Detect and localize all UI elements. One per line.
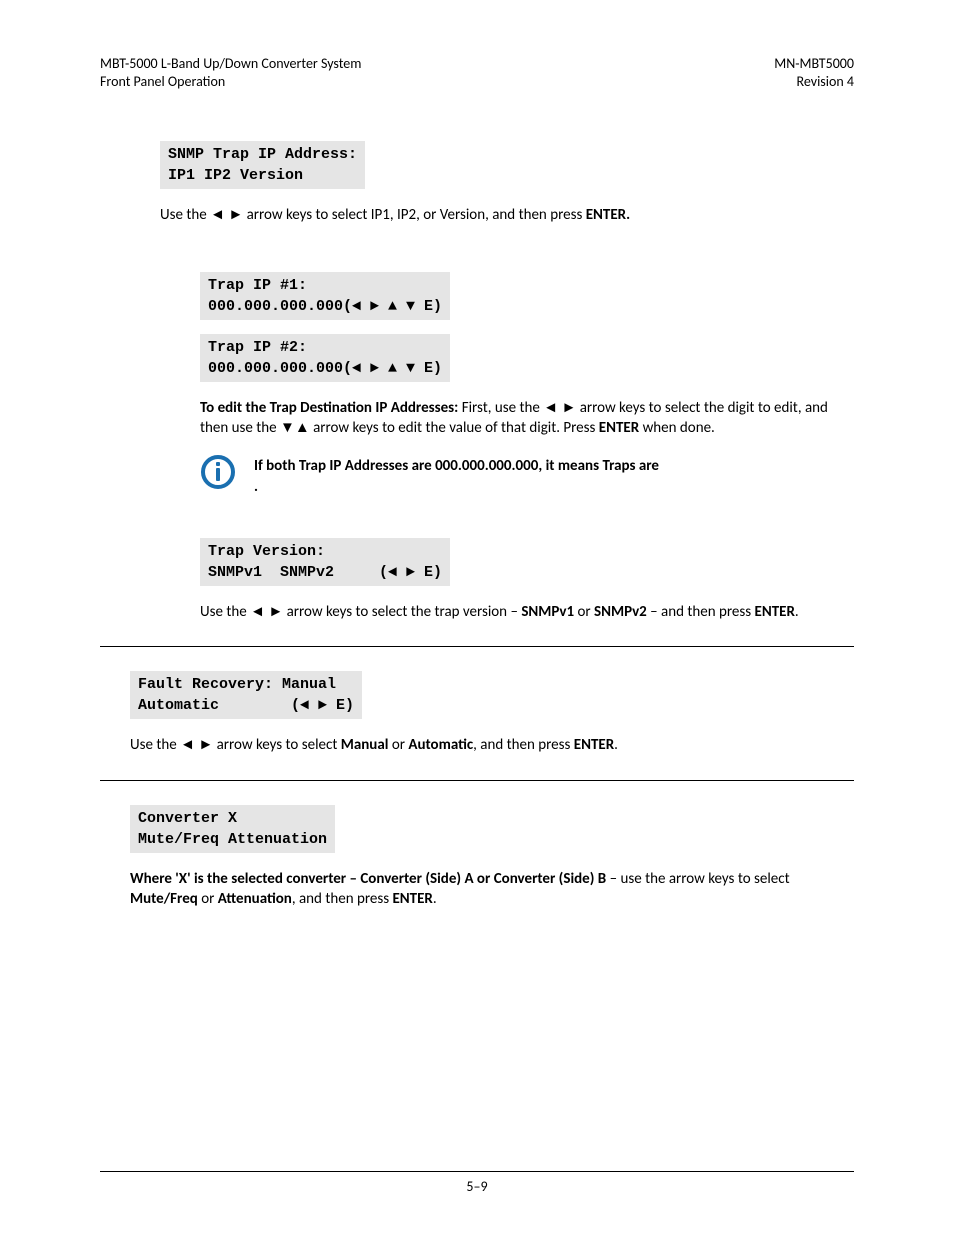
note-line1: If both Trap IP Addresses are 000.000.00… (254, 457, 659, 475)
separator (100, 646, 854, 647)
snmpv1-label: SNMPv1 (521, 603, 574, 621)
attenuation-label: Attenuation (218, 890, 292, 908)
lcd-trap1: Trap IP #1: 000.000.000.000(◄ ► ▲ ▼ E) (200, 272, 854, 320)
text: , and then press (473, 736, 574, 754)
page-header: MBT-5000 L-Band Up/Down Converter System… (100, 55, 854, 91)
text: Use the ◄ ► arrow keys to select the tra… (200, 603, 521, 621)
lead-bold: To edit the Trap Destination IP Addresse… (200, 399, 462, 417)
enter-label: ENTER. (586, 206, 630, 224)
text: . (433, 890, 437, 908)
page: MBT-5000 L-Band Up/Down Converter System… (0, 0, 954, 1235)
lcd-display: Trap IP #2: 000.000.000.000(◄ ► ▲ ▼ E) (200, 334, 450, 382)
lcd-converter: Converter X Mute/Freq Attenuation (130, 805, 854, 853)
snmp-instruction: Use the ◄ ► arrow keys to select IP1, IP… (160, 205, 854, 225)
separator (100, 780, 854, 781)
enter-label: ENTER (392, 890, 432, 908)
manual-label: Manual (341, 736, 389, 754)
note-text: If both Trap IP Addresses are 000.000.00… (254, 454, 659, 498)
lcd-trap2: Trap IP #2: 000.000.000.000(◄ ► ▲ ▼ E) (200, 334, 854, 382)
lcd-display: Trap Version: SNMPv1 SNMPv2 (◄ ► E) (200, 538, 450, 586)
header-left: MBT-5000 L-Band Up/Down Converter System… (100, 55, 361, 91)
text: Use the ◄ ► arrow keys to select (130, 736, 341, 754)
snmpv2-label: SNMPv2 (594, 603, 647, 621)
enter-label: ENTER (574, 736, 614, 754)
doc-section: Front Panel Operation (100, 73, 361, 91)
mutefreq-label: Mute/Freq (130, 890, 198, 908)
lcd-display: Fault Recovery: Manual Automatic (◄ ► E) (130, 671, 362, 719)
lead-bold: Where 'X' is the selected converter – Co… (130, 870, 610, 888)
page-footer: 5–9 (100, 1171, 854, 1195)
text: . (795, 603, 799, 621)
text: . (614, 736, 618, 754)
converter-instruction: Where 'X' is the selected converter – Co… (130, 869, 854, 910)
note-line2: . (254, 478, 258, 496)
text: , and then press (292, 890, 393, 908)
doc-revision: Revision 4 (774, 73, 854, 91)
lcd-display: SNMP Trap IP Address: IP1 IP2 Version (160, 141, 365, 189)
info-icon (200, 454, 236, 495)
text: or (388, 736, 408, 754)
version-instruction: Use the ◄ ► arrow keys to select the tra… (200, 602, 854, 622)
fault-instruction: Use the ◄ ► arrow keys to select Manual … (130, 735, 854, 755)
header-right: MN-MBT5000 Revision 4 (774, 55, 854, 91)
automatic-label: Automatic (408, 736, 473, 754)
text: – and then press (647, 603, 755, 621)
lcd-display: Converter X Mute/Freq Attenuation (130, 805, 335, 853)
text: Use the ◄ ► arrow keys to select IP1, IP… (160, 206, 586, 224)
text: or (574, 603, 594, 621)
text: when done. (639, 419, 715, 437)
enter-label: ENTER (755, 603, 795, 621)
lcd-fault-recovery: Fault Recovery: Manual Automatic (◄ ► E) (130, 671, 854, 719)
enter-label: ENTER (599, 419, 639, 437)
doc-title: MBT-5000 L-Band Up/Down Converter System (100, 55, 361, 73)
doc-number: MN-MBT5000 (774, 55, 854, 73)
note-row: If both Trap IP Addresses are 000.000.00… (200, 454, 854, 498)
lcd-snmp-main: SNMP Trap IP Address: IP1 IP2 Version (160, 141, 854, 189)
text: – use the arrow keys to select (610, 870, 790, 888)
lcd-display: Trap IP #1: 000.000.000.000(◄ ► ▲ ▼ E) (200, 272, 450, 320)
lcd-trap-version: Trap Version: SNMPv1 SNMPv2 (◄ ► E) (200, 538, 854, 586)
edit-instruction: To edit the Trap Destination IP Addresse… (200, 398, 854, 439)
text: or (198, 890, 218, 908)
page-number: 5–9 (466, 1178, 487, 1195)
